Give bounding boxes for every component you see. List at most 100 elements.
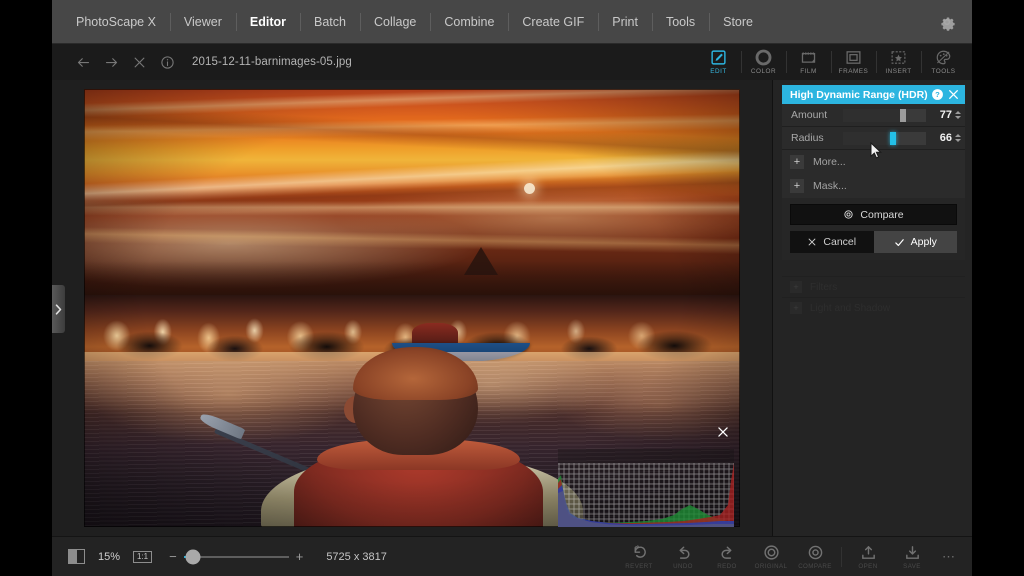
- hdr-expand-list: + More... + Mask...: [782, 150, 965, 198]
- plus-icon: +: [790, 179, 804, 193]
- disabled-row-filters[interactable]: + Filters: [782, 276, 965, 297]
- bottom-action-redo[interactable]: REDO: [705, 544, 749, 570]
- compare-button[interactable]: Compare: [790, 204, 957, 225]
- undo-icon: [675, 544, 692, 561]
- cancel-button-label: Cancel: [823, 236, 857, 248]
- tool-tab-film[interactable]: FILM: [786, 44, 831, 80]
- tools-palette-icon: [935, 49, 952, 66]
- stepper-down-icon[interactable]: [955, 139, 961, 142]
- close-icon[interactable]: [947, 88, 960, 101]
- menu-item-create-gif[interactable]: Create GIF: [508, 12, 598, 32]
- expand-row-label: Mask...: [813, 180, 847, 192]
- menu-item-photoscape-x[interactable]: PhotoScape X: [62, 12, 170, 32]
- stepper-up-icon[interactable]: [955, 111, 961, 114]
- apply-button[interactable]: Apply: [873, 231, 957, 253]
- disabled-row-label: Filters: [810, 281, 838, 293]
- slider-fill: [843, 131, 893, 145]
- stepper-arrows[interactable]: [955, 134, 961, 142]
- bottom-action-label: REDO: [717, 562, 737, 570]
- info-icon[interactable]: [160, 55, 175, 70]
- frames-icon: [845, 49, 862, 66]
- zoom-slider-knob[interactable]: [185, 549, 201, 564]
- zoom-in-button[interactable]: +: [296, 550, 304, 563]
- zoom-slider-track[interactable]: [183, 549, 289, 564]
- menu-item-store[interactable]: Store: [709, 12, 767, 32]
- canvas-area[interactable]: [52, 80, 772, 536]
- sidebar-collapse-handle[interactable]: [52, 285, 65, 333]
- revert-icon: [634, 544, 646, 558]
- radius-slider[interactable]: [843, 131, 926, 145]
- disabled-row-light-and-shadow[interactable]: + Light and Shadow: [782, 297, 965, 318]
- expand-row-more[interactable]: + More...: [782, 150, 965, 174]
- right-tool-panel: High Dynamic Range (HDR) ? Amount 77 Rad…: [772, 80, 972, 536]
- bottom-action-compare[interactable]: COMPARE: [793, 544, 837, 570]
- bottom-action-revert[interactable]: REVERT: [617, 544, 661, 570]
- original-ring-icon: [763, 544, 779, 560]
- color-ring-icon: [755, 49, 772, 66]
- expand-row-mask[interactable]: + Mask...: [782, 174, 965, 198]
- zoom-slider[interactable]: − +: [169, 549, 304, 564]
- bottom-action-undo[interactable]: UNDO: [661, 544, 705, 570]
- close-icon[interactable]: [716, 425, 730, 439]
- apply-button-label: Apply: [910, 236, 937, 248]
- slider-value: 66: [939, 132, 952, 144]
- edit-pencil-icon: [710, 49, 727, 66]
- amount-slider[interactable]: [843, 108, 926, 122]
- photo-sun-flare: [523, 183, 535, 195]
- chevron-right-icon: [55, 303, 62, 315]
- tool-tab-edit[interactable]: EDIT: [696, 44, 741, 80]
- help-question-icon[interactable]: ?: [931, 88, 944, 101]
- bottom-action-save[interactable]: SAVE: [890, 544, 934, 570]
- tool-tab-label: COLOR: [750, 68, 777, 75]
- hdr-panel: High Dynamic Range (HDR) ? Amount 77 Rad…: [782, 85, 965, 260]
- menu-item-print[interactable]: Print: [598, 12, 652, 32]
- menu-item-batch[interactable]: Batch: [300, 12, 360, 32]
- tool-tab-insert[interactable]: INSERT: [876, 44, 921, 80]
- tool-tab-label: FILM: [800, 68, 817, 75]
- menu-item-combine[interactable]: Combine: [430, 12, 508, 32]
- file-navbar: 2015-12-11-barnimages-05.jpg EDIT COLOR …: [52, 44, 972, 80]
- open-upload-icon: [860, 544, 877, 561]
- menu-item-collage[interactable]: Collage: [359, 12, 430, 32]
- radius-stepper[interactable]: 66: [932, 132, 961, 144]
- bottom-action-label: UNDO: [673, 562, 693, 570]
- save-download-icon: [905, 545, 919, 559]
- split-view-icon[interactable]: [68, 549, 85, 564]
- stepper-up-icon[interactable]: [955, 134, 961, 137]
- bottom-action-list: REVERT UNDO REDO ORIGINAL COMPARE OPEN S…: [617, 544, 964, 570]
- arrow-right-icon[interactable]: [104, 55, 119, 70]
- histogram-overlay: [558, 427, 734, 527]
- photo-canvas[interactable]: [84, 89, 740, 527]
- menu-item-tools[interactable]: Tools: [651, 12, 709, 32]
- filename-label: 2015-12-11-barnimages-05.jpg: [192, 56, 352, 68]
- insert-star-icon: [890, 49, 907, 66]
- gear-icon[interactable]: [936, 11, 958, 33]
- photo-sky-shadows: [84, 89, 740, 304]
- undo-icon: [678, 546, 690, 559]
- menu-item-viewer[interactable]: Viewer: [169, 12, 236, 32]
- stepper-arrows[interactable]: [955, 111, 961, 119]
- zoom-out-button[interactable]: −: [169, 550, 177, 563]
- more-options-button[interactable]: ⋯: [934, 549, 964, 565]
- bottom-action-original[interactable]: ORIGINAL: [749, 544, 793, 570]
- tool-tab-color[interactable]: COLOR: [741, 44, 786, 80]
- workspace: High Dynamic Range (HDR) ? Amount 77 Rad…: [52, 80, 972, 536]
- bottom-action-label: OPEN: [858, 562, 878, 570]
- tool-tab-label: TOOLS: [931, 68, 956, 75]
- save-download-icon: [904, 544, 921, 561]
- stepper-down-icon[interactable]: [955, 116, 961, 119]
- amount-stepper[interactable]: 77: [932, 109, 961, 121]
- bottom-action-open[interactable]: OPEN: [846, 544, 890, 570]
- actual-size-button[interactable]: 1:1: [133, 550, 153, 563]
- cancel-button[interactable]: Cancel: [790, 231, 874, 253]
- zoom-level-label[interactable]: 15%: [94, 551, 124, 563]
- letterbox-right: [972, 0, 1024, 576]
- slider-knob[interactable]: [899, 108, 906, 122]
- tool-tab-tools[interactable]: TOOLS: [921, 44, 966, 80]
- arrow-left-icon[interactable]: [76, 55, 91, 70]
- close-icon[interactable]: [132, 55, 147, 70]
- histogram-chart: [558, 463, 734, 527]
- slider-knob[interactable]: [889, 131, 896, 145]
- tool-tab-frames[interactable]: FRAMES: [831, 44, 876, 80]
- menu-item-editor[interactable]: Editor: [235, 12, 300, 32]
